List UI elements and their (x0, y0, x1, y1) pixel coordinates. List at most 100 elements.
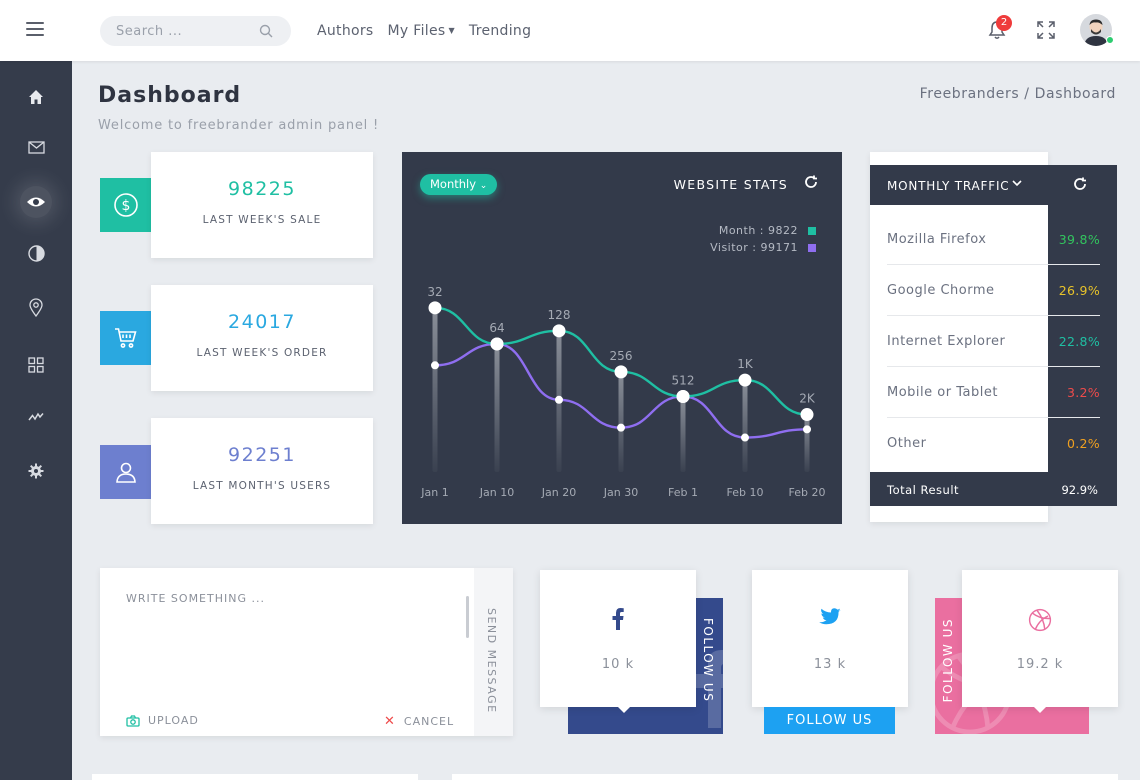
chart-x-tick-label: Feb 20 (789, 486, 826, 499)
chart-column (618, 371, 624, 472)
chart-column (804, 414, 810, 472)
twitter-icon[interactable] (819, 608, 841, 626)
total-value: 92.9% (1061, 483, 1098, 497)
traffic-name: Internet Explorer (887, 334, 1006, 349)
close-icon: ✕ (384, 714, 396, 729)
chart-point-label: 64 (489, 321, 504, 335)
chart-point (803, 425, 811, 434)
chart-point-label: 32 (427, 285, 442, 299)
traffic-name: Google Chorme (887, 283, 995, 298)
gear-icon (28, 463, 44, 479)
twitter-follow-button[interactable]: FOLLOW US (764, 707, 895, 734)
online-status-dot (1106, 36, 1114, 44)
legend-label: Visitor : 99171 (710, 241, 798, 254)
notification-badge: 2 (996, 15, 1012, 31)
traffic-value: 22.8% (1058, 334, 1100, 349)
sidebar-item-settings[interactable] (0, 451, 72, 491)
follow-us-label: FOLLOW US (941, 618, 955, 703)
cart-icon (115, 328, 137, 348)
cancel-button[interactable]: ✕ CANCEL (384, 714, 454, 729)
chart-point-label: 2K (799, 392, 816, 406)
twitter-icon-wrap (752, 608, 908, 626)
top-nav: Authors My Files ▼ Trending (317, 23, 531, 39)
bottom-card-edge (452, 774, 1118, 780)
fullscreen-icon[interactable] (1036, 20, 1056, 40)
chart-x-tick-label: Feb 1 (668, 486, 698, 499)
follower-count: 13 k (813, 657, 847, 672)
breadcrumb[interactable]: Freebranders / Dashboard (920, 86, 1116, 102)
traffic-row: Internet Explorer 22.8% (887, 316, 1100, 367)
follow-us-label: FOLLOW US (701, 618, 715, 703)
cancel-label: CANCEL (403, 715, 455, 728)
sidebar-item-home[interactable] (0, 77, 72, 117)
chart-x-tick-label: Jan 20 (541, 486, 576, 499)
follow-us-label: FOLLOW US (786, 713, 873, 728)
chevron-down-icon: ⌄ (479, 181, 488, 191)
traffic-value: 0.2% (1067, 436, 1100, 451)
traffic-row: Google Chorme 26.9% (887, 265, 1100, 316)
message-box (100, 568, 513, 736)
chart-point (614, 365, 628, 379)
search-icon[interactable] (259, 24, 273, 38)
traffic-total: Total Result 92.9% (870, 472, 1117, 506)
chart-x-tick-label: Jan 10 (479, 486, 514, 499)
stat-label: LAST WEEK'S SALE (202, 214, 322, 226)
svg-text:$: $ (122, 198, 131, 214)
message-input[interactable] (126, 592, 466, 692)
stat-value: 98225 (228, 178, 296, 200)
send-message-button[interactable]: SEND MESSAGE (474, 568, 513, 736)
nav-trending[interactable]: Trending (469, 23, 531, 39)
facebook-icon[interactable] (612, 608, 624, 630)
chart-column (432, 307, 438, 472)
traffic-header[interactable]: MONTHLY TRAFFIC (870, 165, 1117, 205)
sidebar-item-apps[interactable] (0, 345, 72, 385)
sidebar-item-mail[interactable] (0, 127, 72, 167)
nav-authors[interactable]: Authors (317, 23, 374, 39)
home-icon (29, 90, 43, 104)
page-subtitle: Welcome to freebrander admin panel ! (98, 118, 380, 133)
dribbble-icon[interactable] (1028, 608, 1052, 632)
stat-value: 92251 (228, 444, 296, 466)
camera-icon (126, 714, 140, 727)
sidebar (0, 61, 72, 780)
sidebar-item-location[interactable] (0, 287, 72, 327)
traffic-row: Mozilla Firefox 39.8% (887, 214, 1100, 265)
upload-label: UPLOAD (148, 714, 199, 727)
refresh-icon[interactable] (1073, 177, 1087, 191)
user-icon (116, 462, 136, 483)
caret-down-icon: ▼ (448, 26, 455, 35)
period-dropdown[interactable]: Monthly ⌄ (420, 174, 498, 195)
card-notch (618, 707, 630, 713)
dollar-icon: $ (114, 193, 138, 217)
upload-button[interactable]: UPLOAD (126, 714, 199, 727)
chart-point (800, 408, 814, 422)
search-input[interactable] (116, 16, 256, 46)
chart-point-label: 256 (610, 349, 633, 363)
order-icon-box (100, 311, 152, 365)
chevron-down-icon[interactable] (1012, 178, 1022, 188)
website-stats-panel: 32 64 128 256 512 1K 2K Jan 1 Jan 10 Jan 20 Jan 30… (402, 152, 842, 524)
period-label: Monthly (430, 177, 477, 191)
activity-icon (28, 412, 44, 421)
location-pin-icon (29, 297, 43, 317)
chart-point (676, 389, 690, 403)
dribbble-card: 19.2 k (962, 570, 1118, 713)
page-title: Dashboard (98, 83, 242, 108)
sidebar-item-analytics[interactable] (0, 397, 72, 437)
sidebar-item-theme[interactable] (0, 233, 72, 273)
nav-my-files[interactable]: My Files ▼ (388, 23, 455, 39)
chart-point (428, 301, 442, 315)
chart-point (490, 337, 504, 351)
send-message-label: SEND MESSAGE (485, 608, 498, 714)
traffic-name: Mobile or Tablet (887, 385, 998, 400)
facebook-card: 10 k (540, 570, 696, 713)
eye-icon (27, 197, 45, 207)
sidebar-item-views[interactable] (0, 182, 72, 222)
users-icon-box (100, 445, 152, 499)
scrollbar[interactable] (466, 596, 469, 638)
legend-label: Month : 9822 (718, 224, 798, 237)
refresh-icon[interactable] (804, 175, 818, 189)
menu-icon[interactable] (26, 22, 44, 36)
chart-point (555, 395, 563, 404)
chart-point (617, 423, 625, 432)
